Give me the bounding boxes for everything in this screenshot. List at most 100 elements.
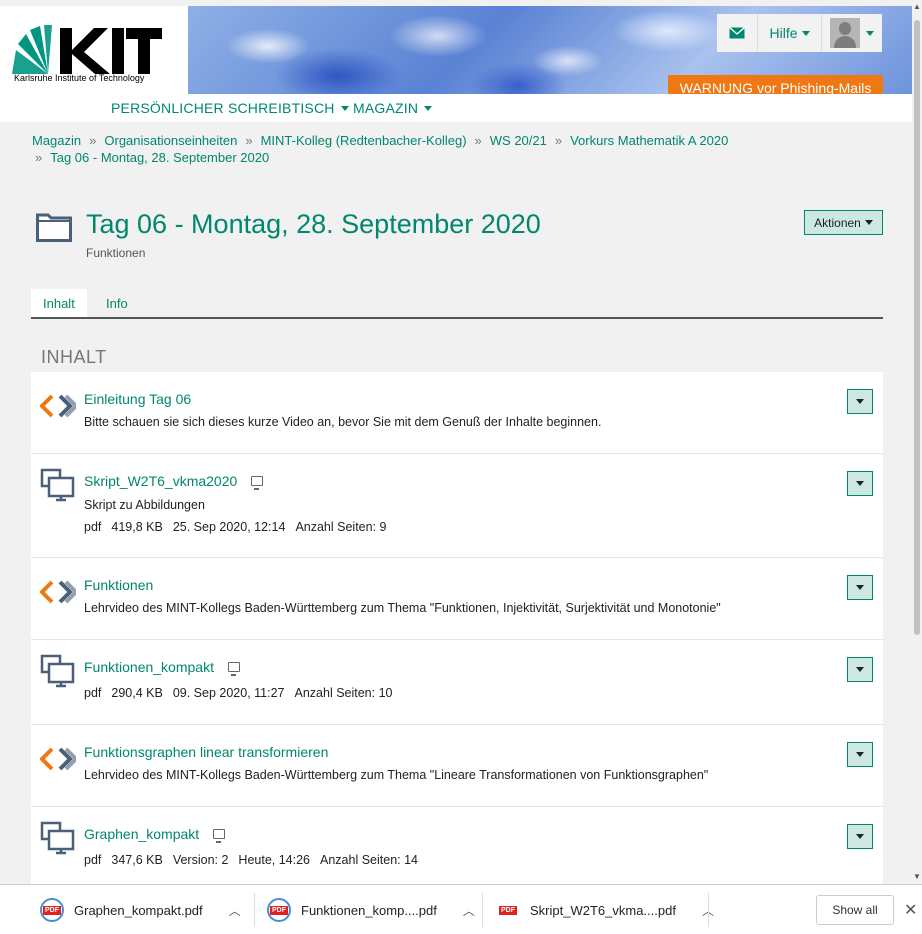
actions-button[interactable]: Aktionen [804,210,883,235]
chevron-down-icon [856,585,864,590]
breadcrumb-separator: » [554,133,563,148]
download-item[interactable]: PDF Funktionen_komp....pdf ︿ [267,893,475,927]
video-icon [40,747,76,771]
meta-type: pdf [84,686,102,700]
item-actions-dropdown[interactable] [847,824,873,849]
chevron-down-icon [856,399,864,404]
item-title-link[interactable]: Funktionen [84,577,153,593]
chevron-down-icon [340,105,349,111]
item-title-link[interactable]: Funktionen_kompakt [84,659,240,676]
meta-pages: Anzahl Seiten: 10 [294,686,393,700]
scrollbar-thumb[interactable] [914,20,920,635]
item-title-link[interactable]: Skript_W2T6_vkma2020 [84,473,264,490]
chevron-down-icon [856,834,864,839]
meta-type: pdf [84,853,102,867]
file-monitor-icon [40,821,75,855]
scroll-up-icon[interactable]: ▲ [913,2,921,11]
meta-size: 419,8 KB [111,520,163,534]
item-title: Funktionsgraphen linear transformieren [84,744,329,760]
item-title: Funktionen_kompakt [84,659,214,675]
video-icon [40,580,76,604]
file-monitor-icon [40,654,75,688]
item-description: Lehrvideo des MINT-Kollegs Baden-Württem… [84,601,721,615]
breadcrumb-separator: » [35,150,43,165]
folder-icon [36,213,72,242]
item-actions-dropdown[interactable] [847,742,873,767]
list-item: Funktionsgraphen linear transformieren L… [31,725,883,807]
meta-pages: Anzahl Seiten: 14 [320,853,419,867]
chevron-up-icon[interactable]: ︿ [229,902,241,919]
breadcrumb-link[interactable]: Organisationseinheiten [104,133,237,148]
chevron-up-icon[interactable]: ︿ [463,902,475,919]
breadcrumb-separator: » [89,133,97,148]
monitor-icon [227,662,240,676]
pdf-file-icon: PDF [499,905,517,915]
item-meta: pdf 347,6 KB Version: 2 Heute, 14:26 Anz… [84,853,418,867]
chevron-down-icon [856,752,864,757]
tab-bar: Inhalt Info [31,289,883,319]
download-filename: Graphen_kompakt.pdf [74,902,203,918]
help-menu-button[interactable]: Hilfe [758,14,822,52]
video-icon [40,394,76,418]
user-menu-button[interactable] [822,14,882,52]
tab-info[interactable]: Info [94,289,140,317]
chevron-down-icon [801,30,810,36]
meta-size: 290,4 KB [111,686,163,700]
item-title-link[interactable]: Funktionsgraphen linear transformieren [84,744,328,760]
section-heading: INHALT [41,347,107,367]
list-item: Einleitung Tag 06 Bitte schauen sie sich… [31,372,883,454]
divider [482,893,483,927]
page-title: Tag 06 - Montag, 28. September 2020 [86,209,541,239]
show-all-button[interactable]: Show all [816,895,894,925]
meta-date: Heute, 14:26 [238,853,311,867]
item-title: Einleitung Tag 06 [84,391,192,407]
actions-label: Aktionen [814,215,861,230]
item-title-link[interactable]: Graphen_kompakt [84,826,226,843]
item-actions-dropdown[interactable] [847,471,873,496]
page-header: Karlsruhe Institute of Technology Hilfe … [0,6,912,100]
item-meta: pdf 419,8 KB 25. Sep 2020, 12:14 Anzahl … [84,520,386,534]
mail-button[interactable] [717,14,758,52]
avatar [830,18,860,48]
chevron-down-icon [856,481,864,486]
meta-date: 25. Sep 2020, 12:14 [172,520,286,534]
item-actions-dropdown[interactable] [847,389,873,414]
item-description: Skript zu Abbildungen [84,498,205,512]
chevron-down-icon [864,220,873,225]
item-meta: pdf 290,4 KB 09. Sep 2020, 11:27 Anzahl … [84,686,393,700]
download-item[interactable]: PDF Skript_W2T6_vkma....pdf ︿ [496,893,714,927]
nav-magazin[interactable]: MAGAZIN [353,100,433,116]
nav-label: PERSÖNLICHER SCHREIBTISCH [111,100,335,116]
tab-inhalt[interactable]: Inhalt [31,289,87,317]
breadcrumb-link[interactable]: MINT-Kolleg (Redtenbacher-Kolleg) [261,133,467,148]
item-actions-dropdown[interactable] [847,575,873,600]
meta-size: 347,6 KB [111,853,163,867]
scroll-down-icon[interactable]: ▼ [913,872,921,881]
help-label: Hilfe [769,25,798,41]
mail-icon [729,27,745,39]
meta-version: Version: 2 [172,853,229,867]
download-filename: Skript_W2T6_vkma....pdf [530,902,676,918]
breadcrumb-link[interactable]: Tag 06 - Montag, 28. September 2020 [50,150,269,165]
breadcrumb-separator: » [474,133,482,148]
divider [708,893,709,927]
download-item[interactable]: PDF Graphen_kompakt.pdf ︿ [40,893,241,927]
list-item: Skript_W2T6_vkma2020 Skript zu Abbildung… [31,454,883,558]
list-item: Graphen_kompakt pdf 347,6 KB Version: 2 … [31,807,883,885]
pdf-file-icon: PDF [40,898,64,922]
nav-personal-desk[interactable]: PERSÖNLICHER SCHREIBTISCH [111,100,349,116]
breadcrumb-link[interactable]: Vorkurs Mathematik A 2020 [570,133,728,148]
chevron-down-icon [866,30,874,36]
item-description: Bitte schauen sie sich dieses kurze Vide… [84,415,602,429]
breadcrumb-link[interactable]: WS 20/21 [490,133,547,148]
item-title-link[interactable]: Einleitung Tag 06 [84,391,191,407]
item-title: Graphen_kompakt [84,826,200,842]
pdf-file-icon: PDF [267,898,291,922]
monitor-icon [213,829,226,843]
close-icon[interactable]: ✕ [904,900,917,920]
item-actions-dropdown[interactable] [847,657,873,682]
meta-pages: Anzahl Seiten: 9 [295,520,387,534]
breadcrumb-link[interactable]: Magazin [32,133,81,148]
list-item: Funktionen Lehrvideo des MINT-Kollegs Ba… [31,558,883,640]
divider [254,893,255,927]
